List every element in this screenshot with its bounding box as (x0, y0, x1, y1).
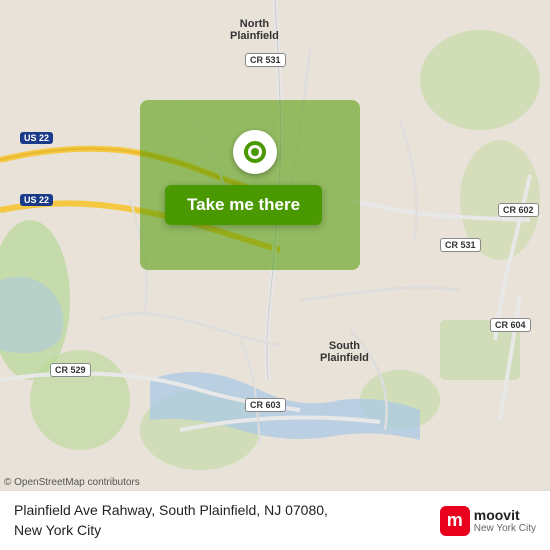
moovit-icon: m (440, 506, 470, 536)
location-pin (233, 130, 277, 174)
cr529-shield: CR 529 (50, 360, 91, 378)
address-block: Plainfield Ave Rahway, South Plainfield,… (14, 501, 440, 540)
bottom-bar: Plainfield Ave Rahway, South Plainfield,… (0, 490, 550, 550)
cr604-shield: CR 604 (490, 315, 531, 333)
cr531-shield-2: CR 531 (440, 235, 481, 253)
cr531-shield-1: CR 531 (245, 50, 286, 68)
osm-attribution: © OpenStreetMap contributors (4, 477, 140, 488)
map-container: Take me there NorthPlainfield SouthPlain… (0, 0, 550, 490)
cr602-shield: CR 602 (498, 200, 539, 218)
address-text: Plainfield Ave Rahway, South Plainfield,… (14, 501, 440, 540)
moovit-subtitle: New York City (474, 523, 536, 534)
cr603-shield: CR 603 (245, 395, 286, 413)
moovit-name: moovit (474, 507, 536, 523)
take-me-there-button[interactable]: Take me there (165, 185, 322, 225)
moovit-brand: moovit New York City (474, 507, 536, 534)
pin-circle (233, 130, 277, 174)
address-line2: New York City (14, 522, 101, 538)
pin-inner (244, 141, 266, 163)
us22-shield-1: US 22 (20, 128, 53, 146)
address-line1: Plainfield Ave Rahway, South Plainfield,… (14, 502, 328, 518)
moovit-logo: m moovit New York City (440, 506, 536, 536)
us22-shield-2: US 22 (20, 190, 53, 208)
